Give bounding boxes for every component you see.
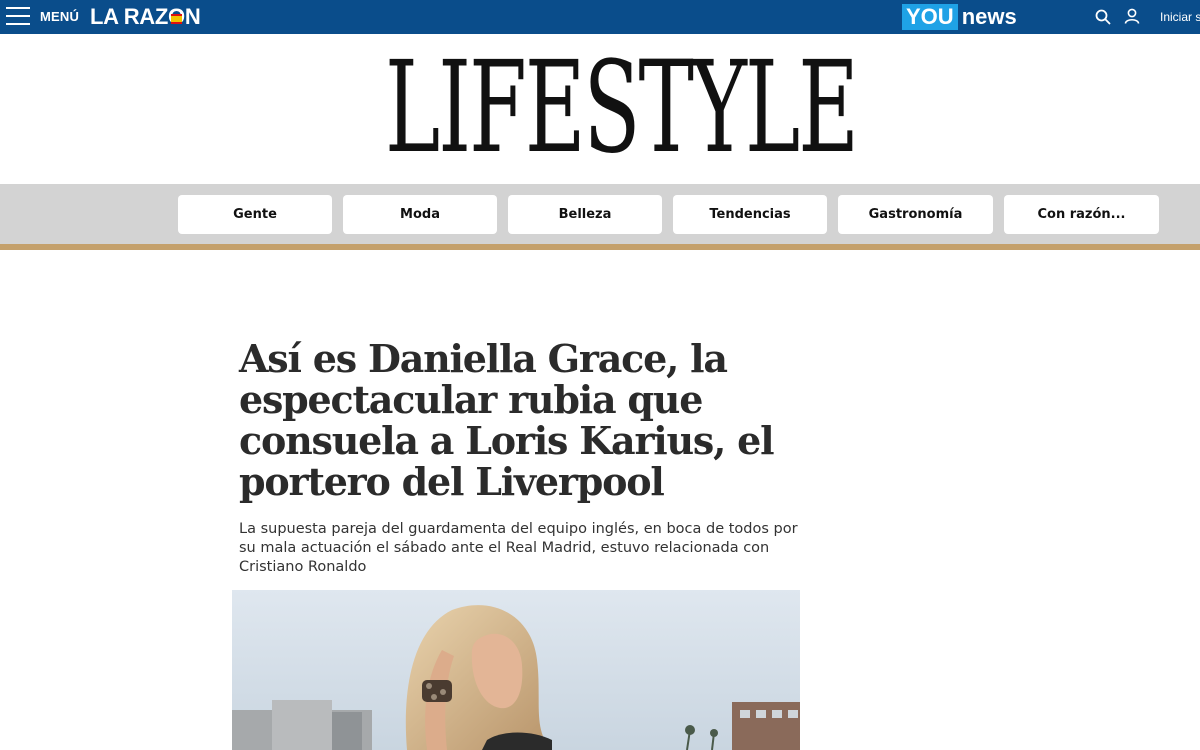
nav-item-belleza[interactable]: Belleza	[508, 195, 662, 234]
la-razon-logo[interactable]: LA RAZON	[90, 4, 201, 30]
nav-divider	[0, 244, 1200, 250]
nav-item-moda[interactable]: Moda	[343, 195, 497, 234]
hamburger-icon[interactable]	[6, 7, 30, 27]
search-icon[interactable]	[1095, 9, 1111, 25]
article-subtitle: La supuesta pareja del guardamenta del e…	[239, 521, 798, 575]
section-title[interactable]: LIFESTYLE	[385, 38, 859, 178]
article-headline: Así es Daniella Grace, la espectacular r…	[239, 336, 775, 504]
top-bar: MENÚ LA RAZON YOU news Iniciar s	[0, 0, 1200, 34]
younews-logo[interactable]: YOU news	[902, 4, 1017, 30]
user-icon[interactable]	[1124, 8, 1140, 24]
nav-item-gente[interactable]: Gente	[178, 195, 332, 234]
nav-item-con-razon[interactable]: Con razón...	[1004, 195, 1159, 234]
section-masthead: LIFESTYLE	[0, 34, 1200, 184]
article-photo[interactable]	[232, 590, 800, 750]
nav-item-gastronomia[interactable]: Gastronomía	[838, 195, 993, 234]
login-link[interactable]: Iniciar s	[1160, 10, 1200, 24]
nav-item-tendencias[interactable]: Tendencias	[673, 195, 827, 234]
menu-label[interactable]: MENÚ	[40, 9, 79, 24]
section-nav: Gente Moda Belleza Tendencias Gastronomí…	[0, 184, 1200, 244]
